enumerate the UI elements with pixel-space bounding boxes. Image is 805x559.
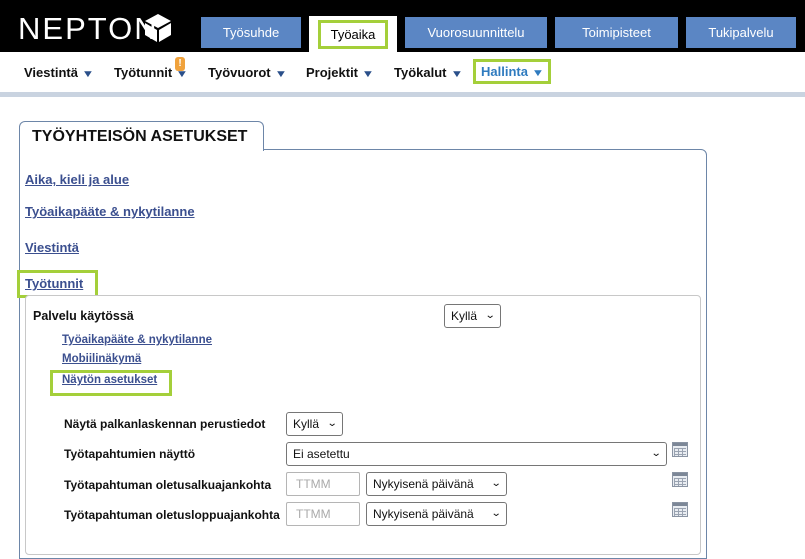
sublink-mobile-view[interactable]: Mobiilinäkymä — [62, 353, 141, 365]
default-end-day-select[interactable]: Nykyisenä päivänä ⌄ — [366, 502, 507, 526]
select-value: Kyllä — [451, 309, 478, 323]
section-link-terminal-status[interactable]: Työaikapääte & nykytilanne — [25, 204, 195, 219]
select-value: Nykyisenä päivänä — [373, 507, 474, 521]
sublink-terminal-status[interactable]: Työaikapääte & nykytilanne — [62, 334, 212, 346]
tab-toimipisteet[interactable]: Toimipisteet — [555, 17, 678, 48]
calendar-icon[interactable] — [672, 472, 688, 487]
chevron-down-icon: ⌄ — [650, 448, 662, 459]
subnav-tyovuorot[interactable]: Työvuorot ▼ — [208, 65, 287, 80]
show-payroll-label: Näytä palkanlaskennan perustiedot — [64, 417, 266, 431]
section-link-time-language-region[interactable]: Aika, kieli ja alue — [25, 172, 129, 187]
chevron-down-icon: ▼ — [531, 68, 545, 79]
subnav-tyokalut[interactable]: Työkalut ▼ — [394, 65, 463, 80]
subnav-label: Työvuorot — [208, 65, 271, 80]
tab-tyosuhde[interactable]: Työsuhde — [201, 17, 301, 48]
sublink-display-settings[interactable]: Näytön asetukset — [62, 374, 157, 386]
default-start-label: Työtapahtuman oletusalkuajankohta — [64, 478, 272, 492]
tab-label: Vuorosuunnittelu — [427, 25, 525, 40]
tab-label: Työaika — [317, 19, 389, 49]
subnav-label: Työtunnit — [114, 65, 173, 80]
cube-logo-icon — [145, 14, 171, 42]
chevron-down-icon: ⌄ — [484, 310, 496, 321]
tab-tyoaika[interactable]: Työaika — [309, 16, 397, 52]
tab-vuorosuunnittelu[interactable]: Vuorosuunnittelu — [405, 17, 547, 48]
event-display-label: Työtapahtumien näyttö — [64, 447, 196, 461]
subnav-hallinta[interactable]: Hallinta ▼ — [473, 59, 551, 84]
brand-logo[interactable]: NEPTON — [18, 11, 159, 47]
notification-badge: ! — [175, 57, 185, 71]
default-end-label: Työtapahtuman oletusloppuajankohta — [64, 508, 280, 522]
subnav-projektit[interactable]: Projektit ▼ — [306, 65, 375, 80]
tab-label: Tukipalvelu — [708, 25, 774, 40]
panel-tab-joint — [20, 148, 263, 151]
chevron-down-icon: ⌄ — [326, 418, 338, 429]
select-value: Kyllä — [293, 417, 320, 431]
event-display-select[interactable]: Ei asetettu ⌄ — [286, 442, 667, 466]
chevron-down-icon: ⌄ — [490, 478, 502, 489]
chevron-down-icon: ⌄ — [490, 508, 502, 519]
service-enabled-label: Palvelu käytössä — [33, 309, 134, 323]
subnav-divider — [0, 92, 805, 97]
subnav-label: Viestintä — [24, 65, 78, 80]
select-value: Ei asetettu — [293, 447, 350, 461]
tab-label: Työsuhde — [222, 25, 280, 40]
chevron-down-icon: ▼ — [450, 69, 463, 80]
calendar-icon[interactable] — [672, 442, 688, 457]
page-title: TYÖYHTEISÖN ASETUKSET — [19, 121, 264, 151]
default-end-time-input[interactable]: TTMM — [286, 502, 360, 526]
select-value: Nykyisenä päivänä — [373, 477, 474, 491]
tab-tukipalvelu[interactable]: Tukipalvelu — [686, 17, 796, 48]
section-link-work-hours[interactable]: Työtunnit — [25, 276, 83, 291]
service-enabled-select[interactable]: Kyllä ⌄ — [444, 304, 501, 328]
subnav-label: Projektit — [306, 65, 359, 80]
subnav-label: Hallinta — [481, 64, 528, 79]
section-link-communication[interactable]: Viestintä — [25, 240, 79, 255]
chevron-down-icon: ▼ — [361, 69, 375, 80]
calendar-icon[interactable] — [672, 502, 688, 517]
default-start-day-select[interactable]: Nykyisenä päivänä ⌄ — [366, 472, 507, 496]
subnav-label: Työkalut — [394, 65, 447, 80]
default-start-time-input[interactable]: TTMM — [286, 472, 360, 496]
chevron-down-icon: ▼ — [274, 69, 287, 80]
tab-label: Toimipisteet — [582, 25, 651, 40]
chevron-down-icon: ▼ — [81, 69, 95, 80]
show-payroll-select[interactable]: Kyllä ⌄ — [286, 412, 343, 436]
subnav-viestinta[interactable]: Viestintä ▼ — [24, 65, 95, 80]
